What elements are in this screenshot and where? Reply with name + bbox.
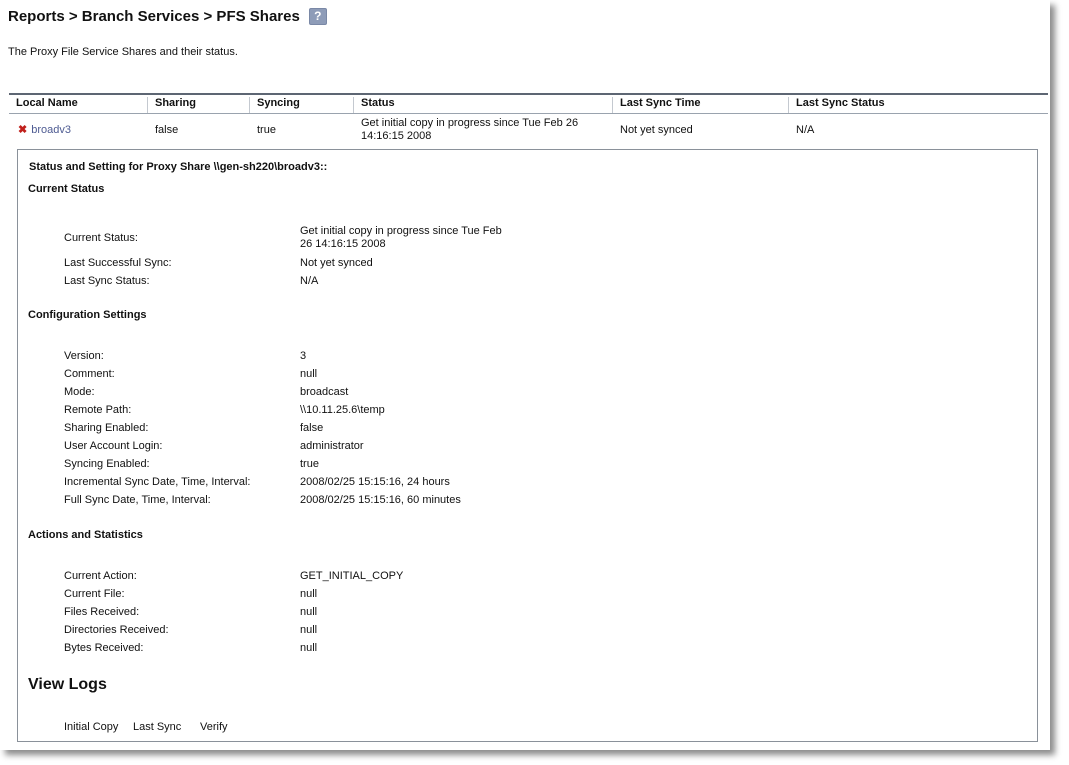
last-sync-time-cell: Not yet synced bbox=[620, 124, 693, 136]
config-value-sharing-enabled: false bbox=[300, 422, 324, 434]
config-label-remote-path: Remote Path: bbox=[64, 404, 132, 416]
status-line-1: Get initial copy in progress since Tue F… bbox=[361, 117, 579, 129]
current-status-value: Get initial copy in progress since Tue F… bbox=[300, 225, 502, 251]
page-title: Reports > Branch Services > PFS Shares ? bbox=[8, 8, 327, 25]
config-value-incremental-sync: 2008/02/25 15:15:16, 24 hours bbox=[300, 476, 450, 488]
syncing-cell: true bbox=[257, 124, 276, 136]
config-label-comment: Comment: bbox=[64, 368, 115, 380]
action-value-bytes-received: null bbox=[300, 642, 318, 654]
section-title-view-logs: View Logs bbox=[28, 676, 107, 693]
local-name-cell: ✖ broadv3 bbox=[18, 124, 71, 137]
column-header-syncing: Syncing bbox=[249, 97, 353, 113]
config-value-mode: broadcast bbox=[300, 386, 349, 398]
config-value-user-account-login: administrator bbox=[300, 440, 364, 452]
last-sync-status-value: N/A bbox=[300, 275, 319, 287]
page-description: The Proxy File Service Shares and their … bbox=[8, 46, 238, 58]
action-label-files-received: Files Received: bbox=[64, 606, 140, 618]
config-label-user-account-login: User Account Login: bbox=[64, 440, 163, 452]
column-header-sharing: Sharing bbox=[147, 97, 249, 113]
section-title-configuration: Configuration Settings bbox=[28, 309, 147, 321]
help-icon[interactable]: ? bbox=[308, 8, 327, 25]
last-sync-status-label: Last Sync Status: bbox=[64, 275, 150, 287]
remove-icon[interactable]: ✖ bbox=[18, 124, 27, 136]
column-header-local-name: Local Name bbox=[16, 97, 78, 109]
current-status-value-line-2: 26 14:16:15 2008 bbox=[300, 238, 386, 250]
config-label-syncing-enabled: Syncing Enabled: bbox=[64, 458, 150, 470]
current-status-value-line-1: Get initial copy in progress since Tue F… bbox=[300, 225, 502, 237]
column-header-last-sync-time: Last Sync Time bbox=[612, 97, 788, 113]
status-cell: Get initial copy in progress since Tue F… bbox=[361, 117, 578, 143]
page-frame: Reports > Branch Services > PFS Shares ?… bbox=[0, 0, 1050, 750]
log-link-verify[interactable]: Verify bbox=[200, 721, 228, 733]
current-status-label: Current Status: bbox=[64, 232, 138, 244]
config-label-full-sync: Full Sync Date, Time, Interval: bbox=[64, 494, 211, 506]
action-value-current-action: GET_INITIAL_COPY bbox=[300, 570, 404, 582]
config-label-version: Version: bbox=[64, 350, 104, 362]
last-sync-status-cell: N/A bbox=[796, 124, 815, 136]
config-value-remote-path: \\10.11.25.6\temp bbox=[300, 404, 385, 416]
column-header-last-sync-status: Last Sync Status bbox=[788, 97, 1046, 113]
action-label-bytes-received: Bytes Received: bbox=[64, 642, 144, 654]
share-link[interactable]: broadv3 bbox=[31, 124, 71, 136]
config-value-version: 3 bbox=[300, 350, 307, 362]
status-line-2: 14:16:15 2008 bbox=[361, 130, 432, 142]
action-value-files-received: null bbox=[300, 606, 318, 618]
log-link-initial-copy[interactable]: Initial Copy bbox=[64, 721, 118, 733]
action-value-current-file: null bbox=[300, 588, 318, 600]
column-header-status: Status bbox=[353, 97, 612, 113]
detail-heading: Status and Setting for Proxy Share \\gen… bbox=[29, 161, 328, 173]
config-value-full-sync: 2008/02/25 15:15:16, 60 minutes bbox=[300, 494, 461, 506]
action-label-current-file: Current File: bbox=[64, 588, 125, 600]
action-label-directories-received: Directories Received: bbox=[64, 624, 169, 636]
shares-table: Local Name Sharing Syncing Status Last S… bbox=[9, 93, 1048, 150]
share-detail-panel: Status and Setting for Proxy Share \\gen… bbox=[17, 149, 1038, 742]
config-label-sharing-enabled: Sharing Enabled: bbox=[64, 422, 149, 434]
config-value-comment: null bbox=[300, 368, 318, 380]
last-successful-sync-value: Not yet synced bbox=[300, 257, 373, 269]
action-label-current-action: Current Action: bbox=[64, 570, 137, 582]
section-title-actions: Actions and Statistics bbox=[28, 529, 143, 541]
config-label-incremental-sync: Incremental Sync Date, Time, Interval: bbox=[64, 476, 251, 488]
log-link-last-sync[interactable]: Last Sync bbox=[133, 721, 181, 733]
sharing-cell: false bbox=[155, 124, 179, 136]
breadcrumb: Reports > Branch Services > PFS Shares bbox=[8, 8, 300, 25]
config-label-mode: Mode: bbox=[64, 386, 95, 398]
table-header-row: Local Name Sharing Syncing Status Last S… bbox=[9, 95, 1048, 114]
config-value-syncing-enabled: true bbox=[300, 458, 319, 470]
action-value-directories-received: null bbox=[300, 624, 318, 636]
table-row: ✖ broadv3 false true Get initial copy in … bbox=[9, 114, 1048, 150]
last-successful-sync-label: Last Successful Sync: bbox=[64, 257, 172, 269]
section-title-current-status: Current Status bbox=[28, 183, 105, 195]
